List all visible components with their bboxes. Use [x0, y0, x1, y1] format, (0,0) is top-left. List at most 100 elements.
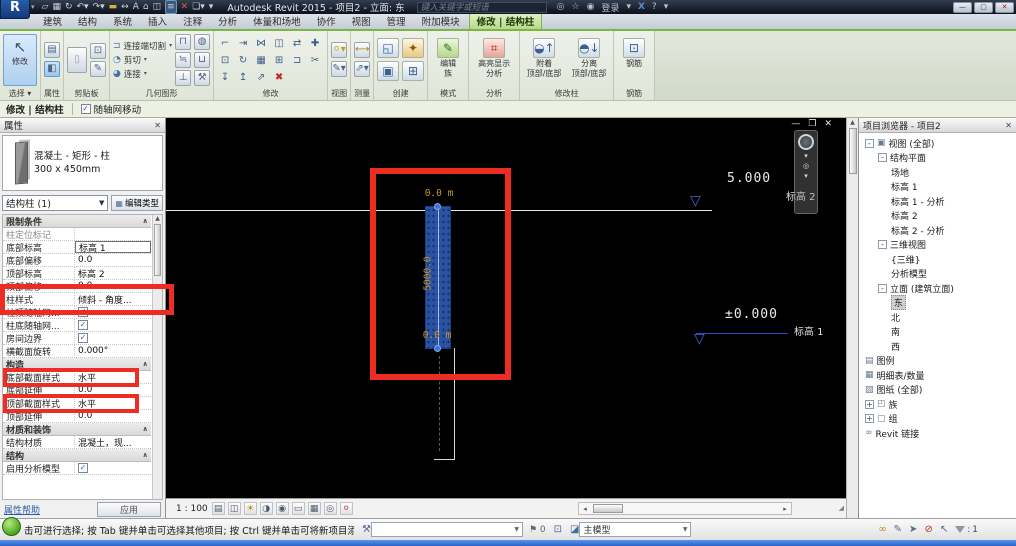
edit-type-button[interactable]: ▦ 编辑类型 [111, 195, 163, 211]
switch-windows-icon[interactable]: ❏▾ [192, 1, 205, 13]
tree-item-标高 1 - 分析[interactable]: 标高 1 - 分析 [859, 194, 1016, 209]
rotate-icon[interactable]: ↻ [235, 52, 251, 67]
checkbox-icon[interactable]: ✓ [78, 307, 88, 317]
zoom-icon[interactable]: ◎ [803, 163, 809, 170]
exchange-apps-icon[interactable]: X [638, 2, 645, 12]
view-restore-icon[interactable]: ❐ [808, 119, 816, 129]
level-1-line[interactable] [696, 333, 788, 334]
detail-level-icon[interactable]: ▤ [211, 502, 225, 515]
tab-管理[interactable]: 管理 [380, 13, 413, 29]
expand-icon[interactable]: + [865, 399, 874, 409]
revit-logo-button[interactable]: R [0, 0, 30, 19]
property-value[interactable]: 0.0 [75, 280, 151, 292]
tab-注释[interactable]: 注释 [176, 13, 209, 29]
trim-extend-icon[interactable]: ⊐ [289, 52, 305, 67]
measure-icon[interactable]: ▬ [109, 1, 118, 13]
copy-icon[interactable]: ⊡ [90, 42, 106, 59]
demolish-icon[interactable]: ⚒ [194, 69, 211, 86]
property-value[interactable]: 水平 [75, 371, 151, 384]
level-1-name[interactable]: 标高 1 [794, 323, 824, 338]
crop-view-icon[interactable]: ▭ [291, 502, 305, 515]
match-type-icon[interactable]: ✎ [90, 60, 106, 77]
attach-top-base-button[interactable]: ◒↑ 附着 顶部/底部 [523, 34, 565, 86]
navigation-bar[interactable]: ▾ ◎ ▾ [794, 130, 818, 214]
copy-icon[interactable]: ⊡ [217, 52, 233, 67]
collapse-icon[interactable]: - [878, 153, 887, 163]
edit-icon[interactable]: ✎ [894, 524, 902, 535]
drawing-area[interactable]: ▽ 5.000 标高 2 ▽ ±0.000 标高 1 0.0 m 5000.0 … [166, 118, 846, 498]
save-icon[interactable]: ▦ [52, 1, 61, 13]
tree-item-结构平面[interactable]: - 结构平面 [859, 151, 1016, 166]
collapse-icon[interactable]: - [878, 283, 887, 293]
pin-icon[interactable]: ↧ [217, 69, 233, 84]
offset-icon[interactable]: ⇥ [235, 35, 251, 50]
property-value[interactable] [75, 228, 151, 240]
tree-item-西[interactable]: 西 [859, 339, 1016, 354]
align-icon[interactable]: ⌐ [217, 35, 233, 50]
visual-style-icon[interactable]: ◫ [227, 502, 241, 515]
wall-joins-icon[interactable]: ≒ [175, 51, 192, 68]
tree-item-Revit 链接[interactable]: ∞ Revit 链接 [859, 426, 1016, 441]
panel-label-select[interactable]: 选择 ▾ [0, 88, 40, 100]
level-1-marker-icon[interactable]: ▽ [694, 332, 705, 346]
scroll-thumb[interactable] [593, 504, 623, 513]
steering-wheel-icon[interactable] [798, 134, 814, 150]
view-minimize-icon[interactable]: — [791, 119, 800, 129]
sync-icon[interactable]: ↻ [65, 1, 73, 13]
help-search-input[interactable]: 键入关键字或短语 [416, 1, 547, 13]
design-option-dropdown[interactable]: 主模型 ▼ [579, 522, 692, 537]
tree-item-标高 2 - 分析[interactable]: 标高 2 - 分析 [859, 223, 1016, 238]
aligned-dimension-icon[interactable]: ↔ [121, 1, 129, 13]
tree-item-族[interactable]: + ◰ 族 [859, 397, 1016, 412]
group-icon[interactable]: ⊞ [271, 52, 287, 67]
column-bottom-handle[interactable] [434, 345, 441, 352]
close-hidden-windows-icon[interactable]: ✕ [181, 1, 189, 13]
tab-系统[interactable]: 系统 [106, 13, 139, 29]
collapse-icon[interactable]: ∧ [142, 425, 151, 433]
checkbox-icon[interactable]: ✓ [78, 320, 88, 330]
ruler-icon[interactable]: ⟷ [354, 42, 371, 58]
pin-icon[interactable]: ➤ [909, 524, 917, 535]
open-icon[interactable]: ▱ [42, 1, 49, 13]
tree-item-三维视图[interactable]: - 三维视图 [859, 238, 1016, 253]
search-icon[interactable]: ◎ [557, 2, 565, 12]
expand-icon[interactable]: + [865, 414, 874, 424]
property-value[interactable]: 混凝土，现... [75, 436, 151, 449]
tab-插入[interactable]: 插入 [141, 13, 174, 29]
resize-grip-icon[interactable]: ◢ [839, 504, 844, 512]
undo-icon[interactable]: ↶▾ [77, 1, 89, 13]
tree-item-南[interactable]: 南 [859, 325, 1016, 340]
view-scale[interactable]: 1 : 100 [176, 504, 208, 514]
split-icon[interactable]: ✂ [307, 52, 323, 67]
view-close-icon[interactable]: ✕ [824, 119, 832, 129]
notification-ball-icon[interactable] [2, 517, 21, 536]
cut-button[interactable]: ◔ 剪切 ▾ [113, 54, 172, 66]
signin-caret-icon[interactable]: ▾ [626, 2, 631, 12]
paste-icon[interactable]: ▯ [67, 46, 87, 73]
property-value[interactable]: ✓ [75, 319, 151, 331]
collapse-icon[interactable]: ∧ [142, 217, 151, 225]
apply-coping-icon[interactable]: ⊓ [175, 33, 192, 50]
create-assembly-icon[interactable]: ▣ [377, 61, 400, 81]
shadows-icon[interactable]: ◑ [259, 502, 273, 515]
editing-requests-count[interactable]: ⚑ 0 [529, 525, 546, 535]
modify-button[interactable]: ↖ 修改 [3, 33, 37, 86]
property-value[interactable]: 倾斜 - 角度... [75, 293, 151, 306]
section-icon[interactable]: ◫ [153, 1, 162, 13]
moves-with-grids-checkbox[interactable]: ✓ 随轴网移动 [80, 102, 141, 116]
property-value[interactable]: 标高 1 [75, 241, 151, 253]
minimize-button[interactable]: — [953, 1, 972, 13]
swap-icon[interactable]: ⇄ [289, 35, 305, 50]
tree-item-立面 (建筑立面)[interactable]: - 立面 (建筑立面) [859, 281, 1016, 296]
level-2-elevation[interactable]: 5.000 [727, 171, 771, 186]
nav-caret2-icon[interactable]: ▾ [804, 173, 808, 180]
join-button[interactable]: ◕ 连接 ▾ [113, 68, 172, 80]
tab-context-modify-column[interactable]: 修改 | 结构柱 [468, 12, 543, 29]
design-options-icon[interactable]: ⊡ [554, 524, 562, 535]
delete-icon[interactable]: ✖ [271, 69, 287, 84]
help-caret-icon[interactable]: ▾ [664, 2, 669, 12]
checkbox-icon[interactable]: ✓ [78, 463, 88, 473]
scale-icon[interactable]: ⇗ [253, 69, 269, 84]
collapse-icon[interactable]: ∧ [142, 360, 151, 368]
properties-help-link[interactable]: 属性帮助 [4, 503, 40, 516]
